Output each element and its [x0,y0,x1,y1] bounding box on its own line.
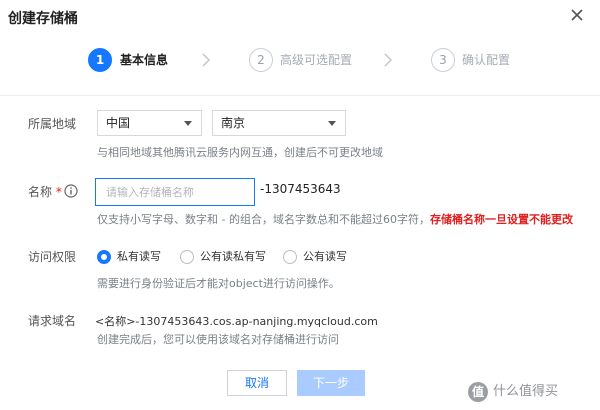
city-select[interactable]: 南京 [212,110,346,136]
access-label: 访问权限 [28,250,77,264]
caret-down-icon [328,121,336,126]
watermark-text: 什么值得买 [493,384,559,399]
step-3-label: 确认配置 [462,53,511,67]
country-select-value: 中国 [106,116,131,130]
name-warning: 存储桶名称一旦设置不能更改 [429,213,573,226]
name-hint-text: 仅支持小写字母、数字和 - 的组合，域名字数总和不能超过60字符， [97,213,430,226]
country-select[interactable]: 中国 [97,110,202,136]
required-mark: * [55,185,62,199]
domain-label: 请求域名 [28,314,77,328]
close-icon[interactable] [568,6,586,24]
request-domain: <名称>-1307453643.cos.ap-nanjing.myqcloud.… [95,315,378,328]
divider [0,95,600,96]
appid-suffix: -1307453643 [260,182,341,196]
watermark-logo: 值 [468,382,488,402]
access-hint: 需要进行身份验证后才能对object进行访问操作。 [97,277,340,290]
watermark-logo-char: 值 [471,385,484,399]
step-3-number: 3 [431,48,455,72]
radio-label: 私有读写 [117,250,161,263]
info-icon[interactable] [64,184,78,198]
step-2-number: 2 [249,48,273,72]
step-1-label: 基本信息 [120,53,169,67]
step-2-label: 高级可选配置 [280,53,353,67]
region-label: 所属地域 [28,117,77,131]
cancel-button[interactable]: 取消 [227,370,287,396]
radio-dot [97,250,111,264]
name-label-text: 名称 [28,185,53,199]
radio-label: 公有读写 [303,250,347,263]
chevron-right-icon [202,53,211,67]
region-hint: 与相同地域其他腾讯云服务内网互通，创建后不可更改地域 [97,146,383,159]
step-1-number: 1 [88,48,112,72]
caret-down-icon [184,121,192,126]
name-label: 名称 * [28,184,62,200]
city-select-value: 南京 [221,116,246,130]
next-step-button[interactable]: 下一步 [297,370,365,396]
bucket-name-input[interactable] [95,178,255,206]
chevron-right-icon [384,53,393,67]
radio-label: 公有读私有写 [200,250,266,263]
dialog-title: 创建存储桶 [8,11,78,27]
radio-dot [283,250,297,264]
name-hint: 仅支持小写字母、数字和 - 的组合，域名字数总和不能超过60字符，存储桶名称一旦… [97,213,573,227]
radio-dot [180,250,194,264]
domain-hint: 创建完成后，您可以使用该域名对存储桶进行访问 [97,333,339,346]
